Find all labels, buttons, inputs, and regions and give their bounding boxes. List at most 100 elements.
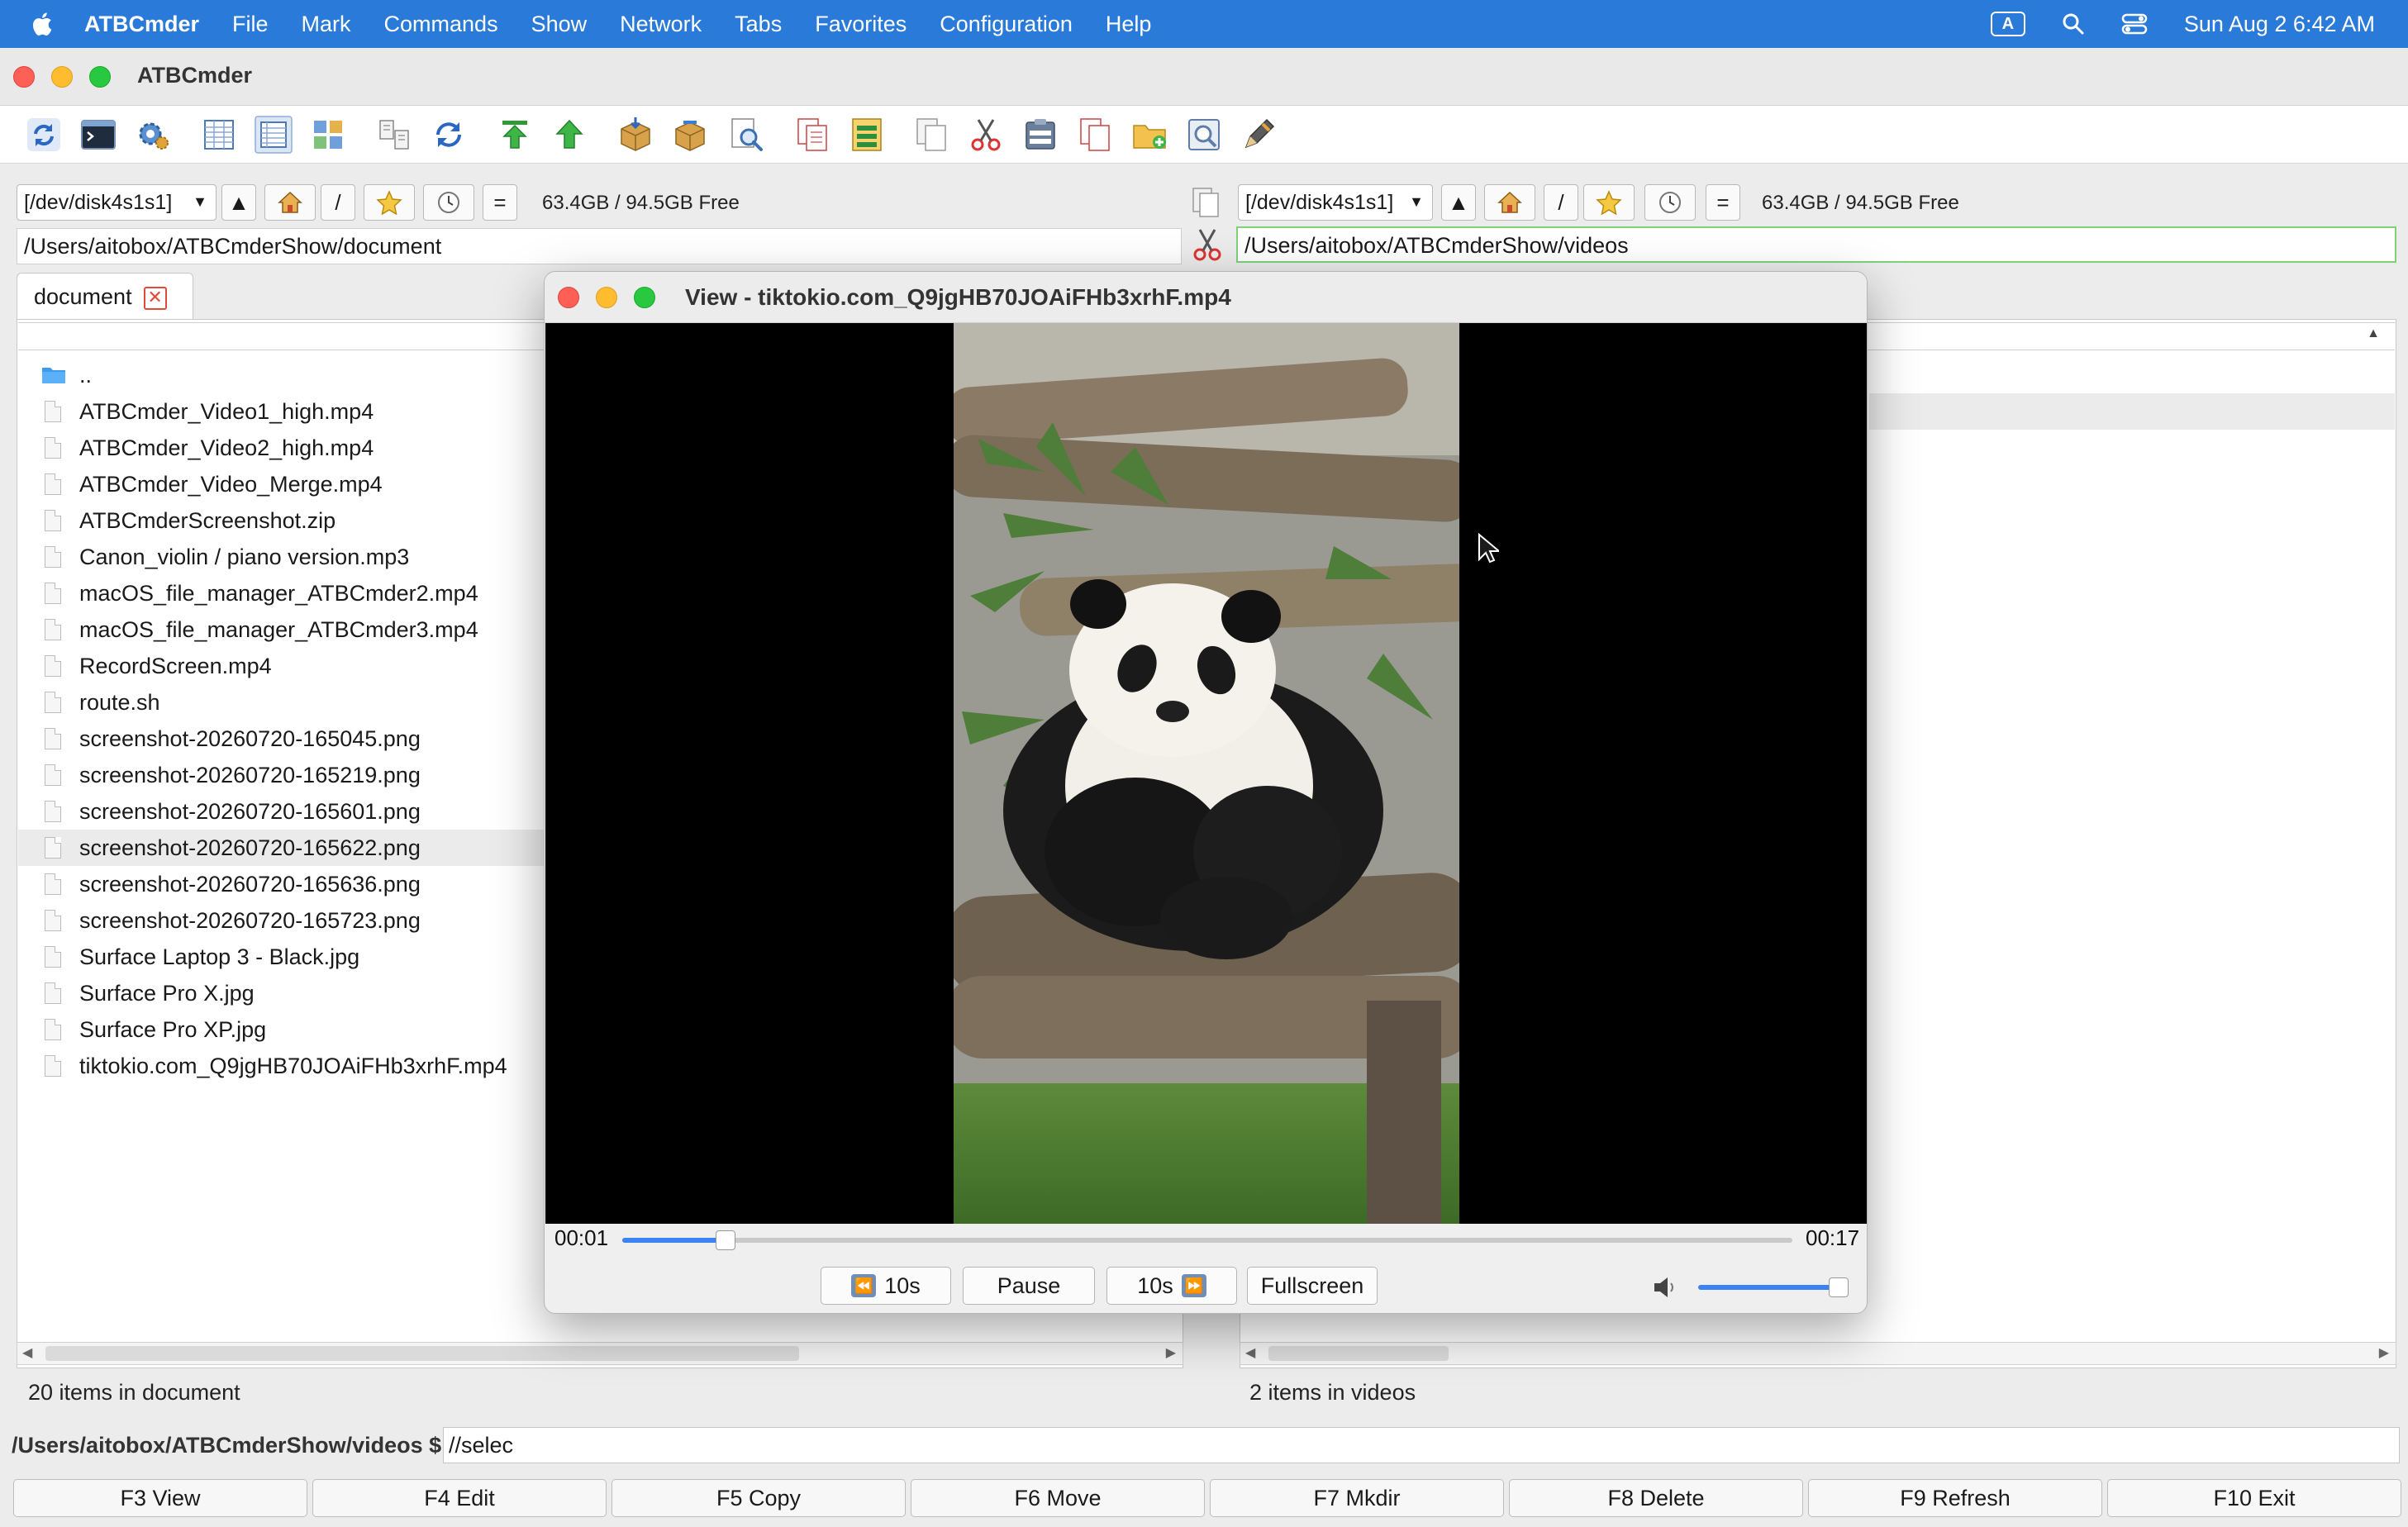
left-favorites-button[interactable] (364, 184, 415, 221)
paste-icon[interactable] (1021, 116, 1059, 154)
f5-copy-button[interactable]: F5 Copy (612, 1479, 906, 1517)
compare-dirs-icon[interactable] (375, 116, 413, 154)
new-folder-icon[interactable] (1130, 116, 1168, 154)
thumbnail-view-icon[interactable] (309, 116, 347, 154)
right-favorites-button[interactable] (1583, 184, 1635, 221)
close-tab-icon[interactable]: ✕ (143, 286, 167, 310)
pause-button[interactable]: Pause (963, 1267, 1095, 1305)
menu-mark[interactable]: Mark (302, 12, 351, 37)
pack-icon[interactable] (616, 116, 654, 154)
scroll-right-icon[interactable]: ▶ (1166, 1343, 1176, 1364)
menu-tabs[interactable]: Tabs (735, 12, 782, 37)
scrollbar-thumb[interactable] (1268, 1346, 1449, 1361)
left-history-button[interactable] (423, 184, 474, 221)
left-equal-button[interactable]: = (483, 184, 517, 221)
left-path-field[interactable]: /Users/aitobox/ATBCmderShow/document (17, 228, 1182, 264)
apple-logo-icon[interactable] (30, 11, 53, 37)
multi-rename-icon[interactable] (848, 116, 886, 154)
seek-bar[interactable] (622, 1230, 1792, 1250)
volume-handle[interactable] (1829, 1277, 1849, 1297)
f10-exit-button[interactable]: F10 Exit (2107, 1479, 2401, 1517)
seek-bar-handle[interactable] (715, 1230, 735, 1250)
right-selected-row[interactable] (1869, 393, 2395, 430)
menu-favorites[interactable]: Favorites (815, 12, 907, 37)
scroll-right-icon[interactable]: ▶ (2379, 1343, 2389, 1364)
viewer-zoom-button[interactable] (634, 287, 655, 308)
cut-path-icon[interactable] (1192, 226, 1223, 263)
f3-view-button[interactable]: F3 View (13, 1479, 307, 1517)
menu-configuration[interactable]: Configuration (940, 12, 1073, 37)
refresh-icon[interactable] (25, 116, 63, 154)
command-line-input[interactable]: //selec (443, 1427, 2400, 1463)
left-drive-select[interactable]: [/dev/disk4s1s1] ▼ (17, 184, 217, 221)
file-name: macOS_file_manager_ATBCmder2.mp4 (79, 580, 478, 606)
menu-network[interactable]: Network (620, 12, 702, 37)
menubar-clock[interactable]: Sun Aug 2 6:42 AM (2184, 12, 2375, 37)
window-minimize-button[interactable] (51, 66, 73, 88)
right-path-field[interactable]: /Users/aitobox/ATBCmderShow/videos (1236, 226, 2396, 263)
right-up-button[interactable]: ▲ (1441, 184, 1476, 221)
full-view-icon[interactable] (255, 116, 293, 154)
search-files-icon[interactable] (727, 116, 765, 154)
tab-document[interactable]: document ✕ (17, 273, 193, 319)
cut-icon[interactable] (967, 116, 1005, 154)
go-up-icon[interactable] (550, 116, 588, 154)
f8-delete-button[interactable]: F8 Delete (1509, 1479, 1803, 1517)
forward-10s-button[interactable]: 10s ⏩ (1106, 1267, 1237, 1305)
file-icon (45, 546, 61, 568)
volume-speaker-icon[interactable] (1652, 1275, 1678, 1300)
f4-edit-button[interactable]: F4 Edit (312, 1479, 607, 1517)
menu-help[interactable]: Help (1106, 12, 1152, 37)
menu-file[interactable]: File (232, 12, 269, 37)
control-center-icon[interactable] (2121, 12, 2148, 36)
left-home-button[interactable] (264, 184, 316, 221)
menu-app-name[interactable]: ATBCmder (84, 12, 199, 37)
right-equal-button[interactable]: = (1706, 184, 1740, 221)
go-root-icon[interactable] (496, 116, 534, 154)
right-history-button[interactable] (1644, 184, 1696, 221)
left-up-button[interactable]: ▲ (221, 184, 256, 221)
sort-ascending-icon[interactable]: ▲ (2367, 326, 2380, 341)
menu-show[interactable]: Show (531, 12, 588, 37)
command-prompt: /Users/aitobox/ATBCmderShow/videos $ (12, 1433, 442, 1458)
scrollbar-thumb[interactable] (45, 1346, 799, 1361)
left-root-button[interactable]: / (321, 184, 355, 221)
home-icon (278, 191, 302, 213)
view-file-icon[interactable] (1185, 116, 1223, 154)
rewind-10s-button[interactable]: ⏪ 10s (821, 1267, 951, 1305)
viewer-minimize-button[interactable] (596, 287, 617, 308)
copy-names-icon[interactable] (793, 116, 831, 154)
spotlight-search-icon[interactable] (2062, 12, 2085, 36)
brief-view-icon[interactable] (200, 116, 238, 154)
viewer-close-button[interactable] (558, 287, 579, 308)
terminal-icon[interactable] (79, 116, 117, 154)
window-zoom-button[interactable] (89, 66, 111, 88)
copy-icon[interactable] (912, 116, 950, 154)
f6-move-button[interactable]: F6 Move (911, 1479, 1205, 1517)
chevron-down-icon: ▼ (1409, 193, 1424, 210)
right-horizontal-scrollbar[interactable]: ◀ ▶ (1240, 1342, 2396, 1365)
volume-slider[interactable] (1698, 1277, 1849, 1297)
window-close-button[interactable] (13, 66, 35, 88)
right-drive-select[interactable]: [/dev/disk4s1s1] ▼ (1238, 184, 1433, 221)
settings-gear-icon[interactable] (134, 116, 172, 154)
duplicate-icon[interactable] (1076, 116, 1114, 154)
input-source-icon[interactable]: A (1990, 12, 2025, 36)
video-display[interactable] (545, 323, 1867, 1224)
f7-mkdir-button[interactable]: F7 Mkdir (1210, 1479, 1504, 1517)
fullscreen-button[interactable]: Fullscreen (1247, 1267, 1378, 1305)
menu-commands[interactable]: Commands (384, 12, 498, 37)
scroll-left-icon[interactable]: ◀ (22, 1343, 32, 1364)
right-home-button[interactable] (1484, 184, 1535, 221)
scroll-left-icon[interactable]: ◀ (1245, 1343, 1255, 1364)
edit-file-icon[interactable] (1240, 116, 1278, 154)
unpack-icon[interactable] (671, 116, 709, 154)
right-root-button[interactable]: / (1544, 184, 1578, 221)
forward-label: 10s (1137, 1272, 1173, 1298)
sync-dirs-icon[interactable] (430, 116, 468, 154)
f9-refresh-button[interactable]: F9 Refresh (1808, 1479, 2102, 1517)
swap-panels-icon[interactable] (1190, 185, 1223, 220)
star-icon (1596, 190, 1622, 215)
file-icon (45, 1055, 61, 1077)
left-horizontal-scrollbar[interactable]: ◀ ▶ (17, 1342, 1183, 1365)
